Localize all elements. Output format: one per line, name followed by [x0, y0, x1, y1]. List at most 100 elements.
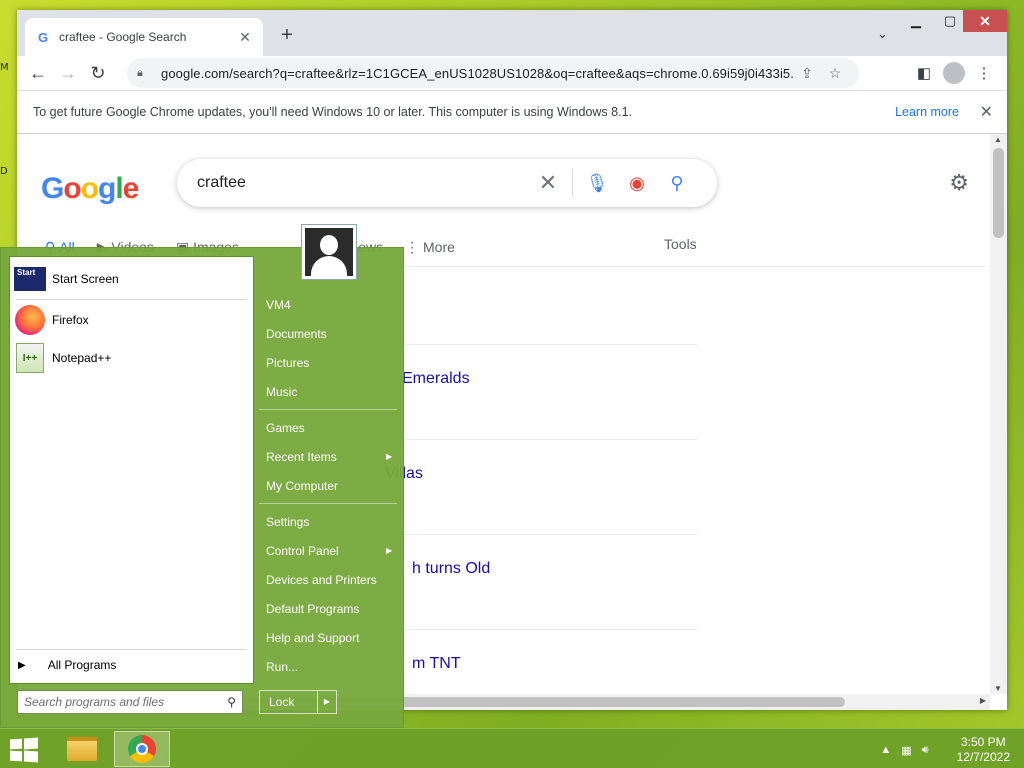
- start-button[interactable]: [8, 737, 38, 763]
- folder-icon: [67, 737, 97, 761]
- voice-search-icon[interactable]: 🎙︎: [577, 173, 617, 194]
- volume-icon[interactable]: 🔊︎: [922, 744, 929, 757]
- user-picture[interactable]: [301, 224, 357, 280]
- system-tray: ▲ ▦ 🔊︎ 3:50 PM 12/7/2022: [880, 735, 1010, 765]
- profile-button[interactable]: [939, 59, 969, 87]
- settings-gear-icon[interactable]: ⚙: [949, 170, 969, 196]
- menu-kebab-icon[interactable]: ⋮: [969, 59, 999, 87]
- search-box[interactable]: craftee ✕ 🎙︎ ◉ ⚲: [177, 159, 717, 207]
- tab-search-icon[interactable]: ⌄: [877, 26, 888, 42]
- url-text: google.com/search?q=craftee&rlz=1C1GCEA_…: [161, 65, 793, 81]
- reload-button[interactable]: ↻: [83, 59, 113, 87]
- clear-search-icon[interactable]: ✕: [528, 170, 568, 196]
- all-programs-label: All Programs: [47, 658, 117, 672]
- start-menu-item-notepadpp[interactable]: I++ Notepad++: [14, 341, 111, 375]
- desktop-icon-label: D: [0, 166, 8, 177]
- lens-camera-icon[interactable]: ◉: [617, 173, 657, 194]
- browser-tab[interactable]: G craftee - Google Search ✕: [25, 18, 263, 56]
- scroll-right-icon[interactable]: ▶: [980, 696, 986, 705]
- side-panel-icon[interactable]: ◧: [909, 59, 939, 87]
- submenu-arrow-icon: ▶: [386, 546, 393, 555]
- divider: [259, 409, 397, 410]
- all-programs-button[interactable]: ▶ All Programs: [18, 658, 116, 672]
- lock-button[interactable]: Lock ▶: [259, 690, 337, 714]
- power-options-arrow-icon[interactable]: ▶: [317, 691, 336, 713]
- item-label: Notepad++: [52, 351, 112, 365]
- close-tab-icon[interactable]: ✕: [237, 29, 253, 46]
- show-hidden-icons-icon[interactable]: ▲: [880, 744, 891, 756]
- notepadpp-icon: I++: [14, 342, 46, 374]
- search-programs-input[interactable]: Search programs and files ⚲: [17, 690, 243, 714]
- start-menu-link-control-panel[interactable]: Control Panel ▶: [266, 544, 392, 558]
- start-menu-link-recent-items[interactable]: Recent Items ▶: [266, 450, 392, 464]
- new-tab-button[interactable]: +: [275, 24, 299, 48]
- browser-toolbar: ← → ↻ 🔒︎ google.com/search?q=craftee&rlz…: [17, 56, 1007, 90]
- start-menu-link-run[interactable]: Run...: [266, 660, 298, 674]
- google-logo[interactable]: Google: [41, 172, 140, 206]
- search-input[interactable]: craftee: [197, 174, 528, 192]
- tab-more[interactable]: ⋮ More: [405, 234, 455, 260]
- network-icon[interactable]: ▦: [901, 744, 911, 757]
- start-menu-link-my-computer[interactable]: My Computer: [266, 479, 338, 493]
- result-title[interactable]: Emeralds: [402, 370, 470, 388]
- avatar-icon: [943, 62, 965, 84]
- item-label: Firefox: [52, 313, 89, 327]
- start-menu-item-start-screen[interactable]: Start Start Screen: [14, 262, 119, 296]
- start-menu-programs-panel: Start Start Screen Firefox I++ Notepad++…: [9, 256, 254, 684]
- clock[interactable]: 3:50 PM 12/7/2022: [957, 735, 1010, 765]
- start-menu-link-default-programs[interactable]: Default Programs: [266, 602, 359, 616]
- firefox-icon: [14, 304, 46, 336]
- start-menu-link-settings[interactable]: Settings: [266, 515, 309, 529]
- scroll-up-icon[interactable]: ▲: [994, 135, 1002, 144]
- address-bar[interactable]: 🔒︎ google.com/search?q=craftee&rlz=1C1GC…: [127, 58, 859, 88]
- scroll-down-icon[interactable]: ▼: [994, 684, 1002, 693]
- minimize-button[interactable]: ▁: [897, 10, 935, 32]
- start-screen-icon: Start: [14, 263, 46, 295]
- start-menu-link-music[interactable]: Music: [266, 385, 297, 399]
- start-menu-item-firefox[interactable]: Firefox: [14, 303, 89, 337]
- search-placeholder: Search programs and files: [24, 695, 165, 709]
- file-explorer-taskbar-button[interactable]: [54, 731, 110, 767]
- taskbar: ▲ ▦ 🔊︎ 3:50 PM 12/7/2022: [0, 728, 1024, 768]
- close-infobar-icon[interactable]: ✕: [980, 102, 993, 122]
- start-menu-link-games[interactable]: Games: [266, 421, 305, 435]
- infobar-message: To get future Google Chrome updates, you…: [33, 105, 632, 119]
- start-menu-link-documents[interactable]: Documents: [266, 327, 327, 341]
- start-menu-link-vm4[interactable]: VM4: [266, 298, 291, 312]
- start-menu-link-help-support[interactable]: Help and Support: [266, 631, 359, 645]
- result-title[interactable]: m TNT: [412, 655, 461, 673]
- logo-letter: o: [80, 172, 99, 205]
- divider: [16, 649, 247, 650]
- vertical-scrollbar[interactable]: ▲ ▼: [990, 134, 1007, 694]
- logo-letter: e: [122, 172, 140, 205]
- start-menu-link-devices-printers[interactable]: Devices and Printers: [266, 573, 377, 587]
- logo-letter: l: [115, 172, 123, 205]
- close-window-button[interactable]: ✕: [963, 10, 1007, 32]
- item-label: Start Screen: [52, 272, 119, 286]
- tools-button[interactable]: Tools: [664, 236, 697, 252]
- start-menu-link-pictures[interactable]: Pictures: [266, 356, 309, 370]
- logo-letter: o: [63, 172, 81, 205]
- item-label: Recent Items: [266, 450, 337, 464]
- search-icon[interactable]: ⚲: [657, 173, 697, 194]
- chrome-taskbar-button[interactable]: [114, 731, 170, 767]
- divider: [259, 503, 397, 504]
- share-icon[interactable]: ⇪: [793, 65, 821, 82]
- google-favicon-icon: G: [37, 29, 49, 45]
- result-title[interactable]: h turns Old: [412, 560, 490, 578]
- logo-letter: g: [98, 172, 116, 205]
- back-button[interactable]: ←: [23, 59, 53, 87]
- item-label: Control Panel: [266, 544, 339, 558]
- scroll-thumb[interactable]: [993, 148, 1004, 238]
- lock-icon[interactable]: 🔒︎: [137, 67, 151, 80]
- learn-more-link[interactable]: Learn more: [895, 105, 959, 119]
- clock-time: 3:50 PM: [960, 735, 1006, 749]
- tab-strip: G craftee - Google Search ✕ + ⌄ ▁ ▢ ✕: [17, 10, 1007, 56]
- bookmark-star-icon[interactable]: ☆: [821, 65, 849, 82]
- chrome-icon: [128, 735, 156, 763]
- search-icon[interactable]: ⚲: [227, 695, 236, 709]
- divider: [16, 299, 247, 300]
- forward-button[interactable]: →: [53, 59, 83, 87]
- start-menu: Start Start Screen Firefox I++ Notepad++…: [0, 224, 404, 728]
- divider: [572, 169, 573, 197]
